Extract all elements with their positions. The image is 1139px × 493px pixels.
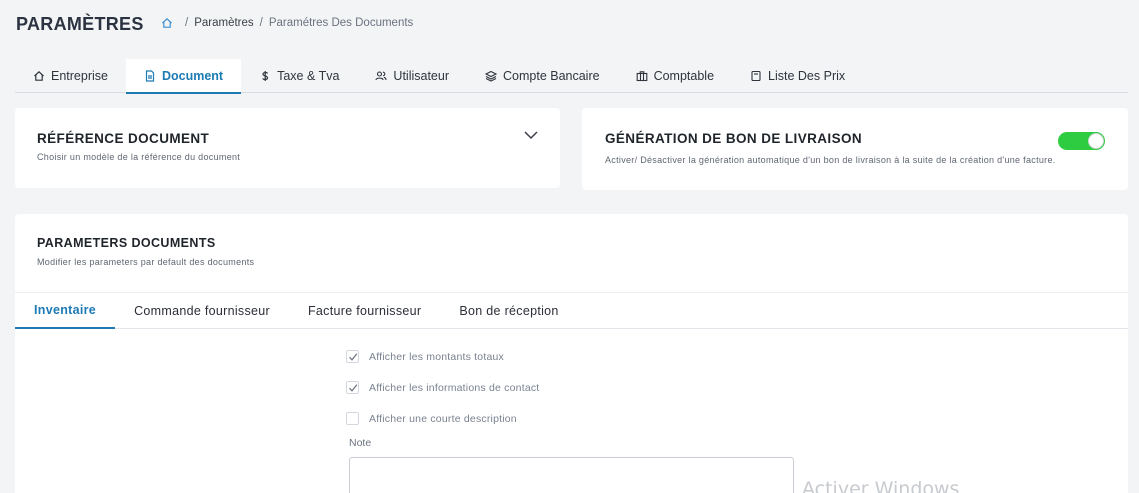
option-label: Afficher une courte description [369, 412, 517, 425]
breadcrumb-current: Paramétres Des Documents [268, 17, 414, 29]
note-label: Note [349, 437, 372, 449]
tab-bon-de-reception[interactable]: Bon de réception [440, 293, 577, 329]
option-label: Afficher les montants totaux [369, 350, 504, 363]
home-icon[interactable] [161, 17, 173, 29]
delivery-note-generation-subtitle: Activer/ Désactiver la génération automa… [605, 155, 1056, 165]
windows-activation-watermark: Activer Windows [802, 478, 960, 493]
dollar-icon [262, 71, 269, 81]
tab-label: Document [161, 68, 224, 83]
toggle-knob [1088, 133, 1104, 149]
check-icon [348, 352, 357, 361]
tag-icon [751, 70, 761, 82]
breadcrumb-separator: / [185, 17, 189, 29]
reference-document-subtitle: Choisir un modèle de la référence du doc… [37, 152, 241, 162]
tab-label: Taxe & Tva [277, 69, 340, 83]
checkbox-informations-contact[interactable] [346, 381, 359, 394]
briefcase-icon [636, 71, 647, 82]
tab-label: Entreprise [51, 69, 108, 83]
option-informations-contact[interactable]: Afficher les informations de contact [346, 381, 539, 394]
settings-tabs: Entreprise Document Taxe & Tva Utilisate… [15, 59, 1128, 94]
check-icon [348, 383, 357, 392]
tab-commande-fournisseur[interactable]: Commande fournisseur [115, 293, 289, 329]
option-courte-description[interactable]: Afficher une courte description [346, 412, 517, 425]
tab-label: Liste Des Prix [768, 69, 846, 83]
tab-label: Comptable [653, 69, 715, 83]
layers-icon [485, 70, 497, 82]
note-textarea[interactable] [349, 457, 794, 493]
checkbox-courte-description[interactable] [346, 412, 359, 425]
home-icon [34, 70, 44, 81]
reference-document-title: RÉFÉRENCE DOCUMENT [37, 131, 210, 146]
reference-document-card[interactable]: RÉFÉRENCE DOCUMENT Choisir un modèle de … [15, 108, 560, 188]
tab-label: Compte Bancaire [503, 69, 600, 83]
page-title: PARAMÈTRES [16, 14, 144, 34]
tab-entreprise[interactable]: Entreprise [15, 59, 126, 93]
breadcrumb-separator: / [259, 17, 263, 29]
document-type-tabs: Inventaire Commande fournisseur Facture … [15, 292, 1128, 329]
chevron-down-icon[interactable] [524, 130, 538, 140]
users-icon [375, 71, 387, 81]
option-montants-totaux[interactable]: Afficher les montants totaux [346, 350, 504, 363]
breadcrumb-link-parametres[interactable]: Paramètres [194, 17, 253, 29]
delivery-note-generation-card: GÉNÉRATION DE BON DE LIVRAISON Activer/ … [582, 108, 1128, 190]
option-label: Afficher les informations de contact [369, 381, 540, 394]
tab-label: Utilisateur [393, 69, 449, 83]
document-icon [145, 69, 155, 82]
tab-inventaire[interactable]: Inventaire [15, 293, 116, 329]
tab-liste-des-prix[interactable]: Liste Des Prix [732, 59, 863, 93]
delivery-note-toggle[interactable] [1058, 132, 1105, 150]
tab-facture-fournisseur[interactable]: Facture fournisseur [289, 293, 440, 329]
breadcrumb: / Paramètres / Paramétres Des Documents [161, 17, 413, 29]
tab-comptable[interactable]: Comptable [618, 59, 732, 93]
parameters-documents-subtitle: Modifier les parameters par default des … [37, 257, 255, 267]
checkbox-montants-totaux[interactable] [346, 350, 359, 363]
parameters-documents-card: PARAMETERS DOCUMENTS Modifier les parame… [15, 214, 1128, 493]
parameters-documents-title: PARAMETERS DOCUMENTS [37, 236, 216, 250]
tab-taxe-tva[interactable]: Taxe & Tva [241, 59, 357, 93]
tab-compte-bancaire[interactable]: Compte Bancaire [467, 59, 618, 93]
tab-document[interactable]: Document [125, 59, 242, 94]
delivery-note-generation-title: GÉNÉRATION DE BON DE LIVRAISON [605, 131, 863, 146]
tab-utilisateur[interactable]: Utilisateur [357, 59, 467, 93]
